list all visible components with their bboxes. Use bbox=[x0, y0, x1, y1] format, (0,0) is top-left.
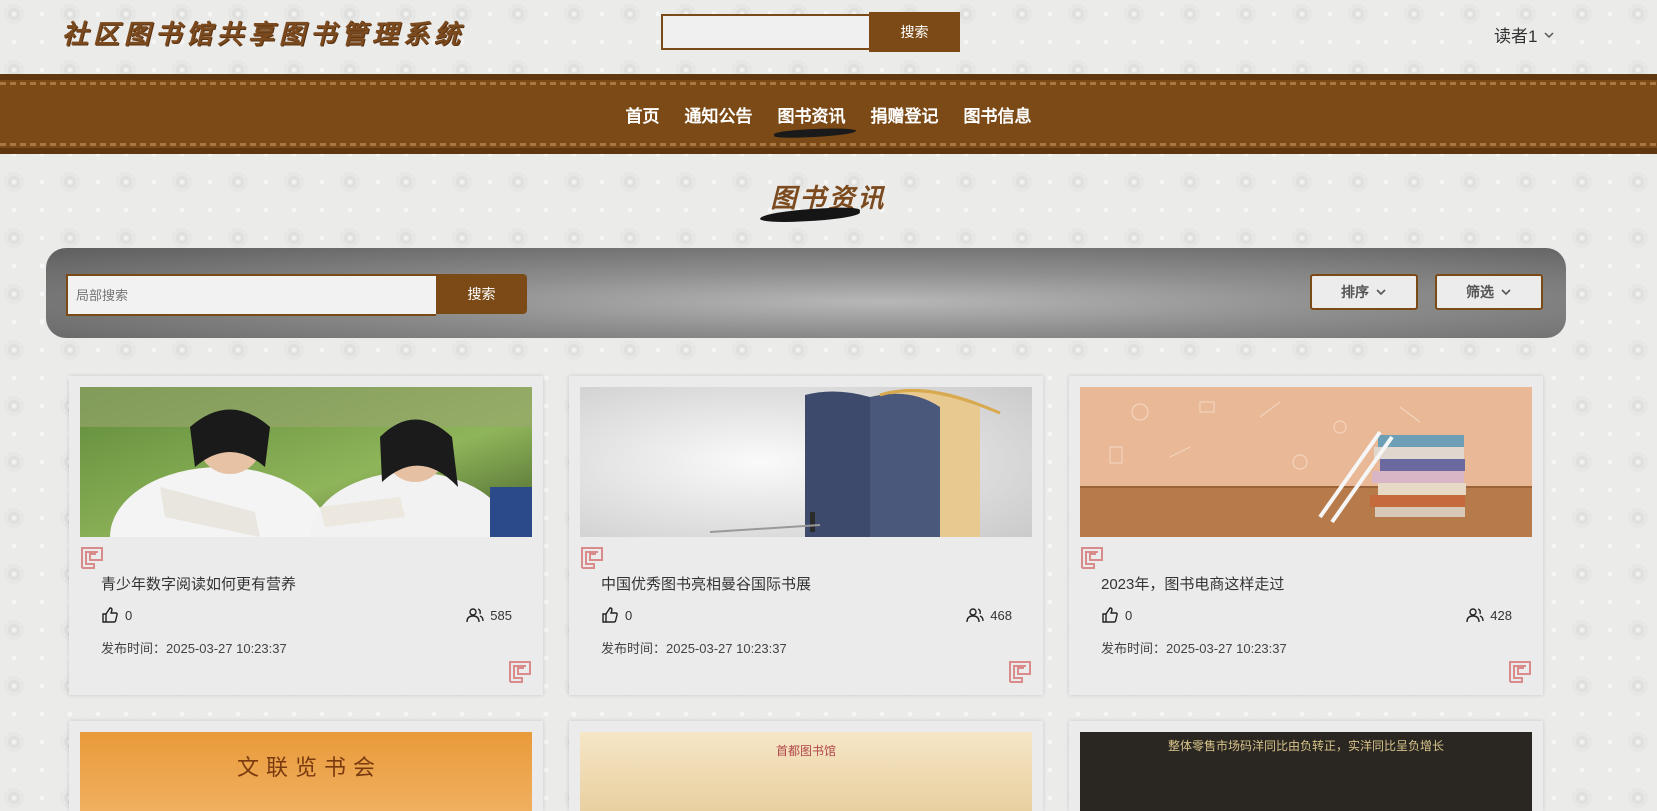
like-count[interactable]: 0 bbox=[601, 606, 632, 624]
users-icon bbox=[1466, 608, 1484, 623]
view-count-value: 428 bbox=[1490, 607, 1512, 623]
news-card[interactable]: 中国优秀图书亮相曼谷国际书展 0 468 发布时间：2025-03-27 10:… bbox=[569, 376, 1043, 695]
filter-toolbar: 搜索 排序 筛选 bbox=[46, 248, 1566, 338]
nav-item-label: 图书资讯 bbox=[777, 106, 846, 126]
view-count: 585 bbox=[466, 606, 512, 624]
nav-item-book-news[interactable]: 图书资讯 bbox=[773, 102, 856, 138]
filter-label: 筛选 bbox=[1466, 284, 1494, 300]
view-count: 428 bbox=[1466, 606, 1512, 624]
main-nav: 首页 通知公告 图书资讯 捐赠登记 图书信息 bbox=[0, 74, 1657, 154]
news-card[interactable]: 整体零售市场码洋同比由负转正，实洋同比呈负增长 bbox=[1069, 721, 1543, 811]
news-image[interactable]: 文 联 览 书 会 bbox=[80, 732, 532, 811]
chevron-down-icon bbox=[1544, 31, 1554, 38]
chevron-down-icon bbox=[1376, 289, 1386, 296]
news-image-text: 文 联 览 书 会 bbox=[237, 756, 375, 781]
filter-button[interactable]: 筛选 bbox=[1435, 274, 1543, 310]
view-count: 468 bbox=[966, 606, 1012, 624]
news-card[interactable]: 文 联 览 书 会 bbox=[69, 721, 543, 811]
users-icon bbox=[966, 608, 984, 623]
active-brush-mark bbox=[773, 127, 856, 138]
like-count-value: 0 bbox=[1125, 607, 1133, 623]
local-search: 搜索 bbox=[66, 274, 527, 316]
publish-time: 发布时间：2025-03-27 10:23:37 bbox=[1101, 641, 1287, 656]
header-search-button[interactable]: 搜索 bbox=[869, 12, 960, 52]
news-image-open-book[interactable] bbox=[580, 387, 1032, 537]
publish-time: 发布时间：2025-03-27 10:23:37 bbox=[601, 641, 787, 656]
fret-motif-icon bbox=[81, 547, 103, 569]
local-search-button[interactable]: 搜索 bbox=[436, 274, 527, 314]
site-title: 社区图书馆共享图书管理系统 bbox=[62, 20, 466, 50]
sort-button[interactable]: 排序 bbox=[1310, 274, 1418, 310]
user-name: 读者1 bbox=[1494, 27, 1538, 46]
news-card[interactable]: 首都图书馆 bbox=[569, 721, 1043, 811]
fret-motif-icon bbox=[1009, 661, 1031, 683]
fret-motif-icon bbox=[1509, 661, 1531, 683]
user-menu[interactable]: 读者1 bbox=[1494, 22, 1555, 47]
news-card[interactable]: 青少年数字阅读如何更有营养 0 585 发布时间：2025-03-27 10:2… bbox=[69, 376, 543, 695]
news-image[interactable]: 首都图书馆 bbox=[580, 732, 1032, 811]
users-icon bbox=[466, 608, 484, 623]
news-card[interactable]: 2023年，图书电商这样走过 0 428 发布时间：2025-03-27 10:… bbox=[1069, 376, 1543, 695]
news-image-girls-reading[interactable] bbox=[80, 387, 532, 537]
news-title[interactable]: 2023年，图书电商这样走过 bbox=[1101, 573, 1284, 594]
fret-motif-icon bbox=[1081, 547, 1103, 569]
sort-label: 排序 bbox=[1341, 284, 1369, 300]
fret-motif-icon bbox=[581, 547, 603, 569]
view-count-value: 468 bbox=[990, 607, 1012, 623]
news-title[interactable]: 中国优秀图书亮相曼谷国际书展 bbox=[601, 573, 811, 594]
like-count[interactable]: 0 bbox=[1101, 606, 1132, 624]
news-title[interactable]: 青少年数字阅读如何更有营养 bbox=[101, 573, 296, 594]
fret-motif-icon bbox=[509, 661, 531, 683]
nav-item-donation[interactable]: 捐赠登记 bbox=[871, 102, 939, 127]
header-search-input[interactable] bbox=[661, 14, 869, 50]
news-image-book-stack[interactable] bbox=[1080, 387, 1532, 537]
local-search-input[interactable] bbox=[66, 274, 436, 316]
news-image-text: 首都图书馆 bbox=[775, 744, 836, 758]
like-count[interactable]: 0 bbox=[101, 606, 132, 624]
thumbs-up-icon bbox=[602, 607, 618, 623]
thumbs-up-icon bbox=[102, 607, 118, 623]
nav-item-book-info[interactable]: 图书信息 bbox=[964, 102, 1032, 127]
chevron-down-icon bbox=[1501, 289, 1511, 296]
nav-item-notices[interactable]: 通知公告 bbox=[685, 102, 753, 127]
like-count-value: 0 bbox=[625, 607, 633, 623]
view-count-value: 585 bbox=[490, 607, 512, 623]
news-image[interactable]: 整体零售市场码洋同比由负转正，实洋同比呈负增长 bbox=[1080, 732, 1532, 811]
thumbs-up-icon bbox=[1102, 607, 1118, 623]
nav-item-home[interactable]: 首页 bbox=[626, 102, 660, 127]
header-search: 搜索 bbox=[661, 12, 960, 52]
publish-time: 发布时间：2025-03-27 10:23:37 bbox=[101, 641, 287, 656]
like-count-value: 0 bbox=[125, 607, 133, 623]
news-image-text: 整体零售市场码洋同比由负转正，实洋同比呈负增长 bbox=[1167, 739, 1444, 753]
